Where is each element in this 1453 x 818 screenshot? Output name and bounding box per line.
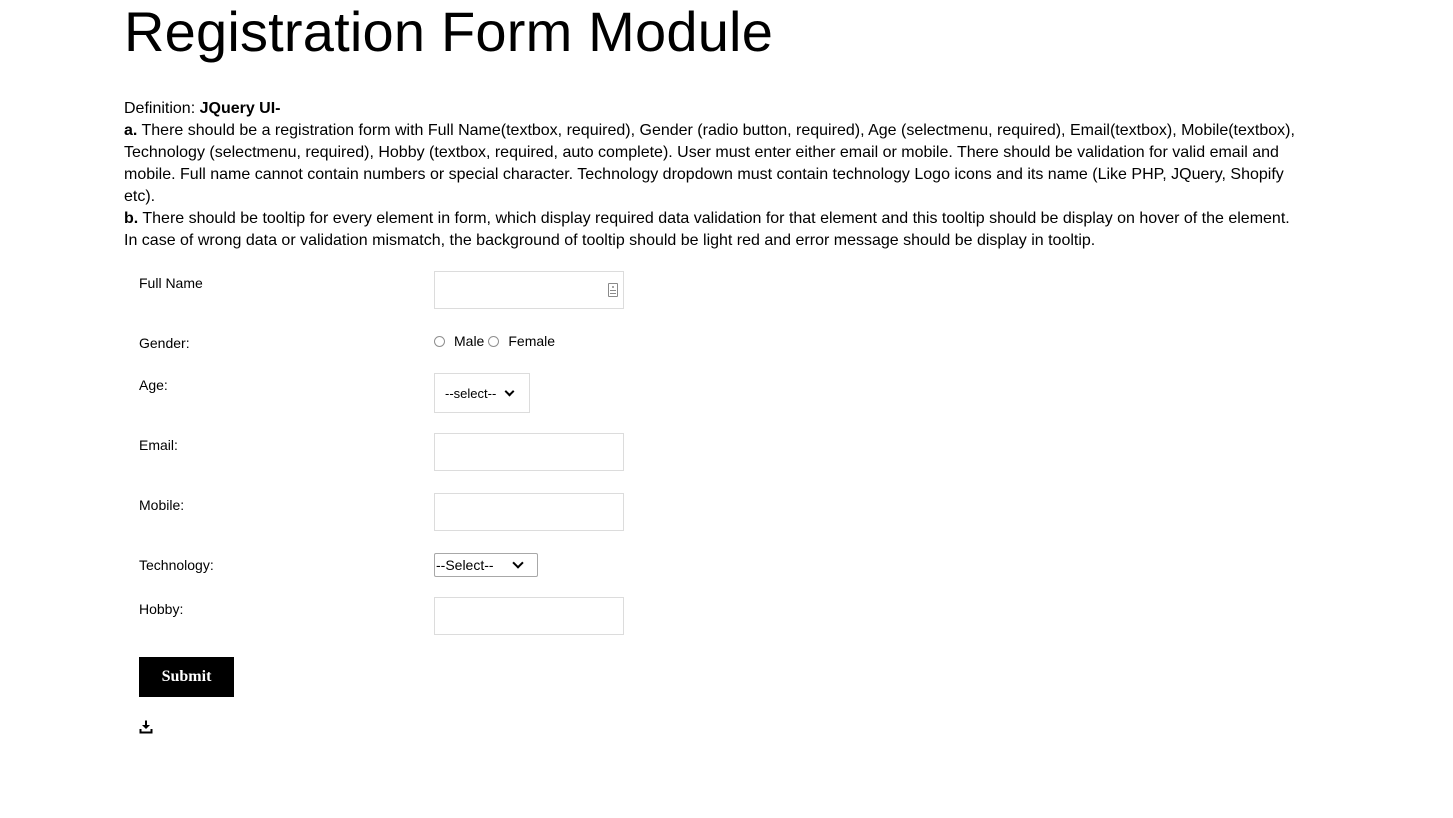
full-name-label: Full Name <box>139 275 203 291</box>
page: Registration Form Module Definition: JQu… <box>0 0 1453 818</box>
age-select-value: --select-- <box>445 385 497 401</box>
age-select[interactable]: --select-- <box>434 373 530 413</box>
definition-heading: JQuery UI- <box>199 100 281 117</box>
chevron-down-icon <box>504 386 515 396</box>
email-input[interactable] <box>434 433 624 471</box>
age-label: Age: <box>139 377 168 393</box>
download-icon[interactable] <box>139 720 153 734</box>
page-title: Registration Form Module <box>124 0 774 63</box>
hobby-input[interactable] <box>434 597 624 635</box>
hobby-label: Hobby: <box>139 601 184 617</box>
technology-select-value: --Select-- <box>436 557 494 573</box>
gender-female-label[interactable]: Female <box>508 332 555 350</box>
gender-radio-group: Male Female <box>434 332 559 350</box>
gender-label: Gender: <box>139 335 190 351</box>
definition-item-a: a. There should be a registration form w… <box>124 120 1304 208</box>
full-name-input[interactable] <box>434 271 624 309</box>
gender-male-label[interactable]: Male <box>454 332 484 350</box>
item-b-text: There should be tooltip for every elemen… <box>124 210 1290 249</box>
definition-block: Definition: JQuery UI- a. There should b… <box>124 98 1304 252</box>
definition-heading-line: Definition: JQuery UI- <box>124 98 1304 120</box>
technology-label: Technology: <box>139 557 214 573</box>
gender-female-radio[interactable] <box>488 335 500 347</box>
mobile-label: Mobile: <box>139 497 185 513</box>
email-label: Email: <box>139 437 178 453</box>
gender-male-radio[interactable] <box>434 335 445 347</box>
technology-select[interactable]: --Select-- <box>434 553 538 577</box>
item-b-marker: b. <box>124 210 139 227</box>
mobile-input[interactable] <box>434 493 624 531</box>
submit-button[interactable]: Submit <box>139 657 234 697</box>
chevron-down-icon <box>511 556 524 569</box>
item-a-text: There should be a registration form with… <box>124 122 1295 205</box>
definition-prefix: Definition: <box>124 100 200 117</box>
contact-card-icon[interactable] <box>608 283 618 297</box>
item-a-marker: a. <box>124 122 138 139</box>
definition-item-b: b. There should be tooltip for every ele… <box>124 208 1304 252</box>
